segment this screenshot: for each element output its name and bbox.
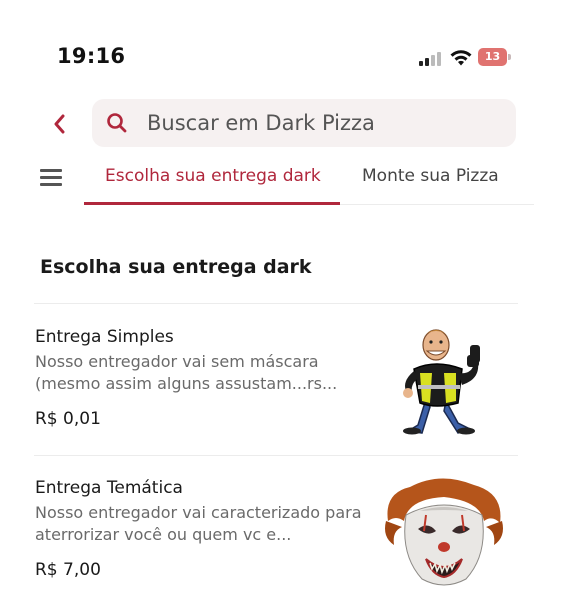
chevron-left-icon (54, 114, 65, 134)
battery-icon: 13 (478, 48, 512, 66)
tab-monte-pizza[interactable]: Monte sua Pizza (362, 166, 499, 186)
back-button[interactable] (48, 110, 72, 138)
cellular-signal-icon (419, 51, 443, 66)
wifi-icon (450, 50, 472, 66)
battery-level: 13 (478, 48, 507, 66)
item-name: Entrega Temática (35, 478, 183, 498)
section-title: Escolha sua entrega dark (40, 256, 312, 278)
menu-item-entrega-tematica[interactable]: Entrega Temática Nosso entregador vai ca… (0, 455, 588, 605)
search-placeholder: Buscar em Dark Pizza (147, 111, 375, 135)
delivery-man-thumbs-up-image (403, 329, 480, 435)
search-input[interactable]: Buscar em Dark Pizza (92, 99, 516, 147)
item-name: Entrega Simples (35, 327, 174, 347)
item-description: Nosso entregador vai caracterizado para … (35, 503, 362, 544)
clown-mask-image (385, 478, 503, 586)
status-bar: 19:16 13 (0, 0, 588, 90)
status-time: 19:16 (57, 44, 126, 68)
active-tab-indicator (84, 202, 340, 205)
item-price: R$ 7,00 (35, 560, 101, 580)
tab-escolha-entrega[interactable]: Escolha sua entrega dark (105, 166, 321, 186)
menu-item-entrega-simples[interactable]: Entrega Simples Nosso entregador vai sem… (0, 303, 588, 455)
item-description: Nosso entregador vai sem máscara (mesmo … (35, 352, 338, 393)
item-price: R$ 0,01 (35, 409, 101, 429)
hamburger-menu-icon[interactable] (40, 168, 62, 188)
search-icon (107, 113, 127, 133)
